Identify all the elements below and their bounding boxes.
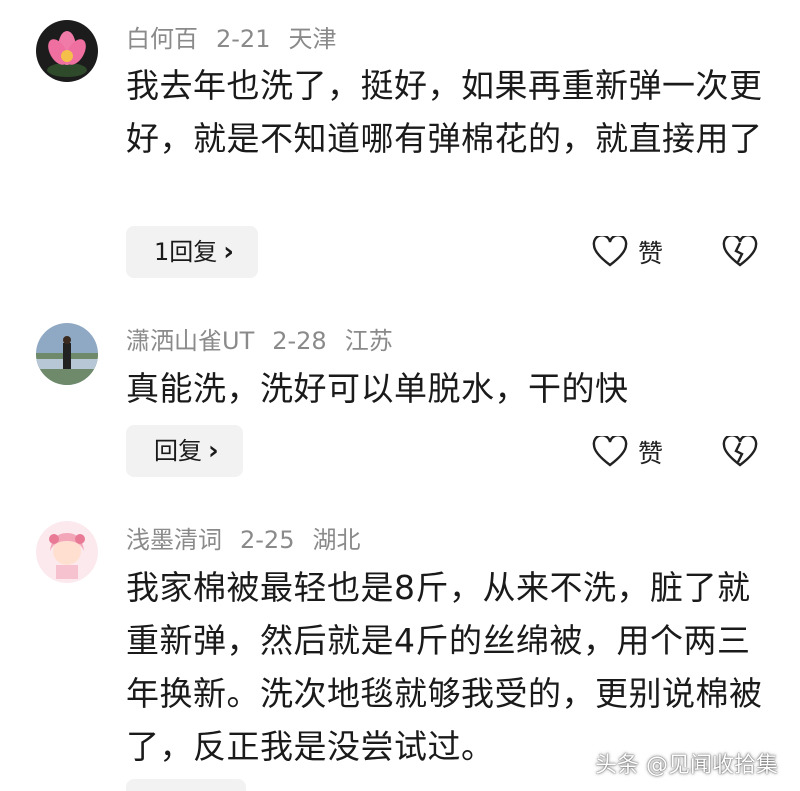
reply-button[interactable]: 1回复 › (126, 226, 258, 278)
dislike-button[interactable] (722, 434, 758, 472)
user-avatar[interactable] (36, 20, 98, 82)
reply-button-partial[interactable] (126, 779, 246, 791)
comment-text: 我家棉被最轻也是8斤，从来不洗，脏了就重新弹，然后就是4斤的丝绵被，用个两三年换… (126, 568, 763, 766)
comment-location: 天津 (288, 25, 337, 53)
user-avatar[interactable] (36, 323, 98, 385)
reply-label: 回复 (154, 437, 202, 465)
comment-date: 2-25 (240, 526, 295, 554)
reply-label: 1回复 (154, 238, 218, 266)
username[interactable]: 潇洒山雀UT (126, 327, 254, 355)
user-avatar[interactable] (36, 521, 98, 583)
username[interactable]: 白何百 (126, 25, 198, 53)
comment-text: 我去年也洗了，挺好，如果再重新弹一次更好，就是不知道哪有弹棉花的，就直接用了 (126, 66, 763, 158)
username[interactable]: 浅墨清词 (126, 526, 222, 554)
heart-icon (592, 236, 628, 267)
like-label: 赞 (638, 439, 664, 468)
reply-button[interactable]: 回复 › (126, 425, 243, 477)
chevron-right-icon: › (223, 237, 234, 267)
broken-heart-icon (722, 234, 758, 267)
dislike-button[interactable] (722, 234, 758, 272)
comment-meta: 白何百 2-21 天津 (126, 24, 354, 54)
broken-heart-icon (722, 434, 758, 467)
like-button[interactable]: 赞 (592, 434, 663, 470)
watermark: 头条 @见闻收拾集 (595, 753, 778, 778)
comment-date: 2-28 (272, 327, 327, 355)
comment-text: 真能洗，洗好可以单脱水，干的快 (126, 369, 629, 408)
comment-date: 2-21 (216, 25, 271, 53)
like-button[interactable]: 赞 (592, 234, 663, 270)
comment-location: 湖北 (312, 526, 361, 554)
heart-icon (592, 436, 628, 467)
comment-meta: 浅墨清词 2-25 湖北 (126, 525, 378, 555)
chevron-right-icon: › (208, 436, 219, 466)
comment-location: 江苏 (344, 327, 393, 355)
like-label: 赞 (638, 239, 664, 268)
comment-meta: 潇洒山雀UT 2-28 江苏 (126, 326, 411, 356)
